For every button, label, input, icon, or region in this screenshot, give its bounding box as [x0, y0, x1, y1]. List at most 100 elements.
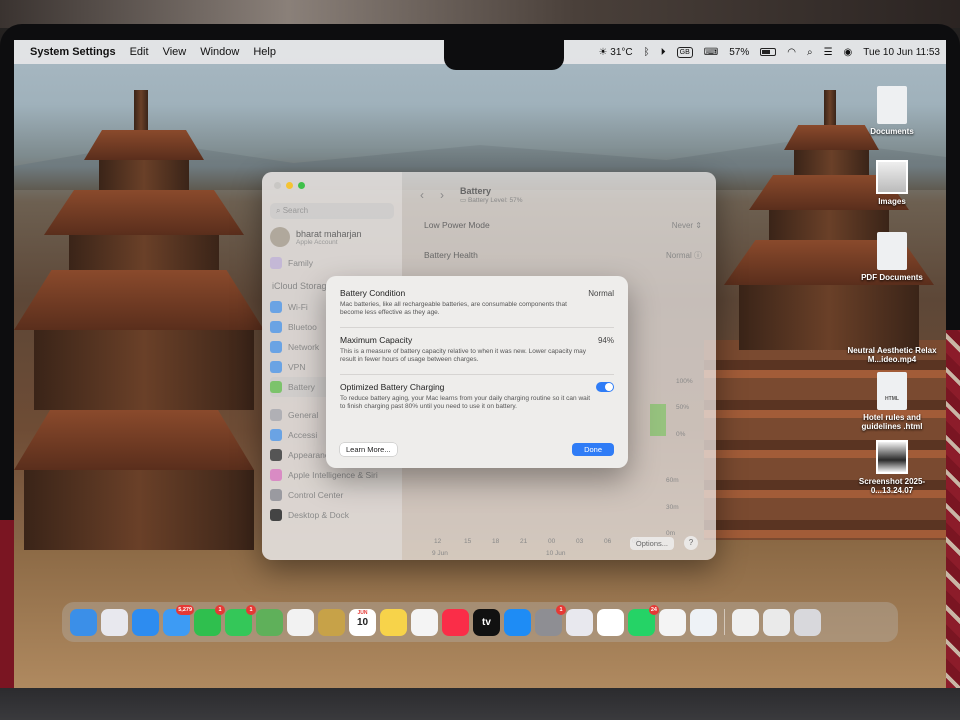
low-power-select[interactable]: Never ⇕ [672, 221, 702, 230]
dock-downloads-stack[interactable] [763, 608, 790, 636]
battery-icon[interactable] [760, 48, 777, 56]
dock-app-notes[interactable] [380, 608, 407, 636]
dock-app-music[interactable] [442, 608, 469, 636]
dock-app-facetime[interactable]: 1 [194, 604, 225, 636]
desktop-icon-pdf-documents[interactable]: PDF Documents [844, 232, 940, 282]
back-arrow-icon[interactable]: ‹ [420, 188, 434, 202]
dock-app-preview[interactable] [690, 608, 717, 636]
zoom-button[interactable] [298, 182, 305, 189]
desktop-icon-documents[interactable]: Documents [844, 86, 940, 136]
dock-app-safari[interactable] [132, 608, 159, 636]
sidebar-item-label: Wi-Fi [288, 302, 308, 312]
menu-edit[interactable]: Edit [130, 46, 149, 58]
divider [340, 374, 614, 375]
chart-x-tick: 18 [492, 538, 500, 545]
chart-y-tick: 0m [666, 530, 676, 537]
row-label: Battery Health [424, 250, 478, 260]
sidebar-item-desktop-dock[interactable]: Desktop & Dock [270, 505, 394, 525]
keyboard-edge [0, 688, 960, 720]
forward-arrow-icon[interactable]: › [440, 188, 454, 202]
dock-document-stack[interactable] [732, 608, 759, 636]
dock-app-screen-recorder[interactable] [597, 608, 624, 636]
info-icon[interactable]: ⓘ [694, 251, 702, 260]
dock-app-finder[interactable] [70, 608, 97, 636]
dock-app-tv[interactable]: tv [473, 608, 500, 636]
dock-app-launchpad[interactable] [101, 608, 128, 636]
sidebar-item-label: Control Center [288, 490, 344, 500]
chart-x-tick: 03 [576, 538, 584, 545]
battery-icon [270, 381, 282, 393]
battery-health-row[interactable]: Battery Health Normal ⓘ [420, 240, 706, 270]
dock-app-whatsapp[interactable]: 24 [628, 604, 659, 636]
optimized-charging-toggle[interactable] [596, 382, 614, 392]
siri-icon[interactable]: ◉ [844, 47, 853, 58]
spotlight-icon[interactable]: ⌕ [807, 47, 813, 58]
gear-icon [270, 409, 282, 421]
sidebar-search-input[interactable]: ⌕ Search [270, 203, 394, 219]
weather-text: 31°C [610, 46, 633, 58]
sidebar-item-label: Network [288, 342, 320, 352]
menu-window[interactable]: Window [200, 46, 239, 58]
learn-more-button[interactable]: Learn More... [340, 443, 397, 456]
battery-percent[interactable]: 57% [729, 47, 749, 58]
capacity-value: 94% [597, 335, 614, 345]
bluetooth-icon[interactable]: ᛒ [644, 47, 650, 58]
dock-separator [724, 609, 725, 635]
dock-app-messages[interactable]: 1 [225, 604, 256, 636]
appearance-icon [270, 449, 282, 461]
close-button[interactable] [274, 182, 281, 189]
sidebar-item-label: Apple Intelligence & Siri [288, 470, 378, 480]
chart-day-label: 10 Jun [546, 550, 566, 557]
sidebar-item-label: VPN [288, 362, 306, 372]
clock[interactable]: Tue 10 Jun 11:53 [863, 47, 940, 58]
avatar [270, 227, 290, 247]
help-button[interactable]: ? [684, 536, 698, 550]
desktop-icon-html[interactable]: HTML Hotel rules and guidelines .html [844, 372, 940, 431]
dock-app-calendar[interactable]: 10 JUN [349, 608, 376, 636]
dock-app-photos[interactable] [287, 608, 314, 636]
dock-app-notes-archive[interactable] [318, 608, 345, 636]
chart-x-tick: 12 [434, 538, 442, 545]
dock-app-freeform[interactable] [411, 608, 438, 636]
menu-view[interactable]: View [163, 46, 187, 58]
minimize-button[interactable] [286, 182, 293, 189]
sidebar-item-siri[interactable]: Apple Intelligence & Siri [270, 465, 394, 485]
keyboard-icon[interactable]: ⌨ [704, 47, 718, 58]
chart-y-tick: 0% [676, 431, 686, 438]
dock-app-mail[interactable]: 5,279 [163, 604, 194, 636]
play-icon[interactable]: ⏵ [661, 47, 666, 58]
options-button[interactable]: Options... [629, 537, 674, 550]
dock-app-app-store[interactable] [504, 608, 531, 636]
dock-app-iphone-mirroring[interactable] [566, 608, 593, 636]
desktop-icon-images[interactable]: Images [844, 160, 940, 206]
desktop-icon-screenshot[interactable]: Screenshot 2025-0...13.24.07 [844, 440, 940, 495]
camera-notch [444, 40, 564, 70]
chart-day-label: 9 Jun [432, 550, 448, 557]
dock-trash[interactable] [794, 608, 821, 636]
window-controls [274, 182, 394, 189]
dock-app-vlc[interactable] [659, 608, 686, 636]
health-value: Normal [665, 250, 692, 260]
done-button[interactable]: Done [572, 443, 614, 456]
keyboard-input-icon[interactable]: GB [676, 46, 693, 58]
sidebar-item-control-center[interactable]: Control Center [270, 485, 394, 505]
dock-app-system-settings[interactable]: 1 [535, 604, 566, 636]
low-power-mode-row[interactable]: Low Power Mode Never ⇕ [420, 210, 706, 240]
control-center-icon[interactable]: ☰ [824, 47, 833, 58]
wifi-icon[interactable]: ◠ [787, 47, 796, 58]
sidebar-item-label: Bluetoo [288, 322, 317, 332]
sidebar-item-family[interactable]: Family [270, 253, 394, 273]
dock-app-maps[interactable] [256, 608, 283, 636]
weather-status[interactable]: ☀ 31°C [599, 47, 633, 58]
dock-app-text: 10 [356, 616, 369, 628]
desktop-icon-video[interactable]: Neutral Aesthetic Relax M...ideo.mp4 [844, 346, 940, 364]
account-item[interactable]: bharat maharjan Apple Account [270, 227, 394, 247]
section-title: Maximum Capacity [340, 335, 413, 345]
desktop-icon-label: Neutral Aesthetic Relax M...ideo.mp4 [847, 346, 937, 364]
menu-help[interactable]: Help [253, 46, 276, 58]
chart-y-tick: 100% [676, 378, 693, 385]
section-description: Mac batteries, like all rechargeable bat… [340, 301, 567, 316]
vpn-icon [270, 361, 282, 373]
menu-app-name[interactable]: System Settings [30, 46, 116, 58]
sidebar-item-label: Accessi [288, 430, 318, 440]
